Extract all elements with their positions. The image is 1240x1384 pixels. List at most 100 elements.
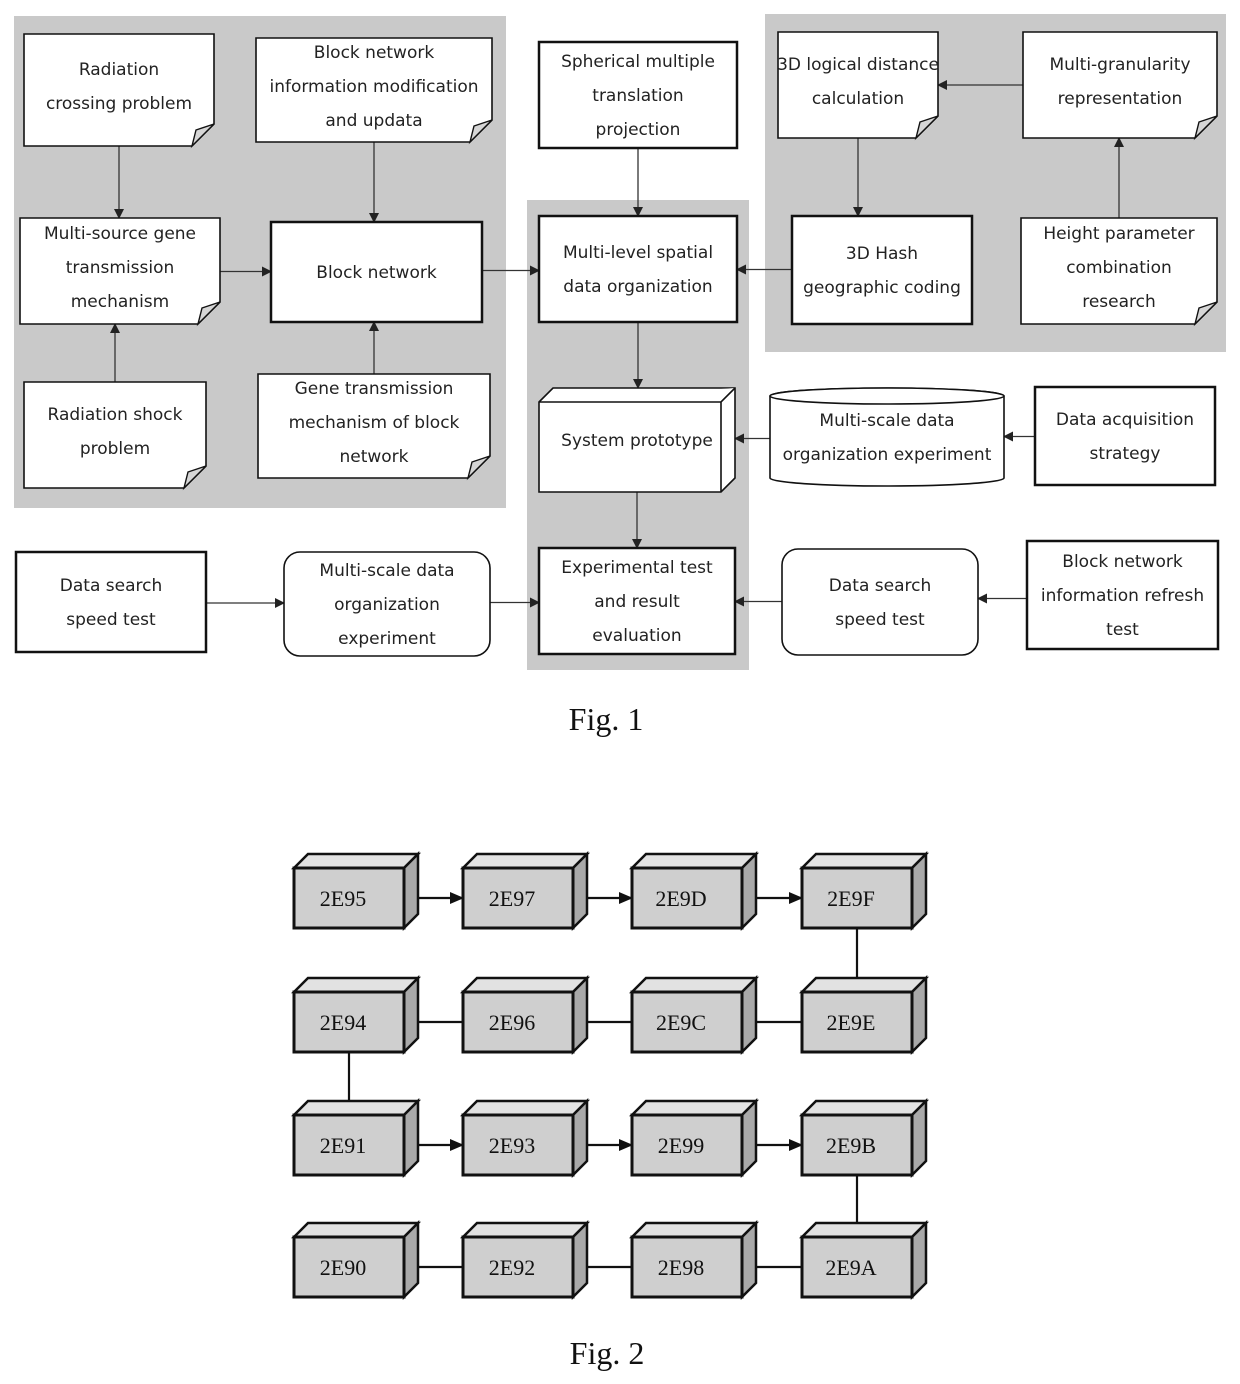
node-label: Radiation: [79, 60, 159, 80]
cube-2e96: 2E96: [459, 974, 591, 1056]
fig1-diagram: Radiation crossing problem Block network in…: [14, 14, 1226, 737]
node-hash-coding: 3D Hash geographic coding: [790, 214, 974, 326]
cube-label: 2E91: [320, 1133, 366, 1158]
node-label: 3D Hash: [846, 244, 918, 264]
cube-2e91: 2E91: [290, 1097, 422, 1179]
cube-side-face: [571, 1219, 589, 1301]
process-box: [14, 550, 208, 654]
note-shape: [23, 381, 207, 489]
node-label: Data acquisition: [1056, 410, 1194, 430]
node-search-right: Data search speed test: [781, 548, 979, 656]
node-radiation-crossing: Radiation crossing problem: [23, 33, 215, 149]
cube-side-face: [571, 850, 589, 932]
node-multi-level: Multi-level spatial data organization: [537, 214, 739, 324]
node-label: evaluation: [592, 626, 681, 646]
cube-label: 2E9D: [655, 886, 706, 911]
node-label: translation: [592, 86, 683, 106]
cube-label: 2E9E: [827, 1010, 876, 1035]
note-shape: [777, 31, 939, 139]
node-label: System prototype: [561, 431, 713, 451]
node-label: speed test: [66, 610, 156, 630]
node-label: and result: [594, 592, 680, 612]
node-label: Spherical multiple: [561, 52, 715, 72]
node-search-left: Data search speed test: [14, 550, 208, 654]
node-label: organization experiment: [783, 445, 992, 465]
node-logical-distance: 3D logical distance calculation: [777, 31, 939, 141]
cube-2e9d: 2E9D: [628, 850, 760, 932]
cube-side-face: [740, 974, 758, 1056]
note-shape: [1022, 31, 1218, 139]
cube-side-face: [910, 974, 928, 1056]
cube-top-face: [290, 1099, 422, 1117]
node-label: representation: [1058, 89, 1183, 109]
node-label: projection: [596, 120, 681, 140]
cube-label: 2E9C: [656, 1010, 706, 1035]
node-label: mechanism of block: [289, 413, 460, 433]
cube-top-face: [459, 1099, 591, 1117]
cube-2e9f: 2E9F: [798, 850, 930, 932]
node-label: network: [339, 447, 408, 467]
cube-side-face: [571, 974, 589, 1056]
node-label: crossing problem: [46, 94, 192, 114]
node-label: Block network: [314, 43, 435, 63]
node-label: Multi-scale data: [319, 561, 454, 581]
fig2-edges: [343, 892, 863, 1273]
cube-top-face: [290, 976, 422, 994]
node-multiscale-round: Multi-scale data organization experiment: [283, 551, 491, 657]
cube-label: 2E98: [658, 1255, 704, 1280]
node-block-info-mod: Block network information modification and…: [255, 37, 493, 145]
node-label: Multi-level spatial: [563, 243, 713, 263]
rounded-box: [781, 548, 979, 656]
fig2-caption: Fig. 2: [570, 1335, 645, 1371]
cube-label: 2E92: [489, 1255, 535, 1280]
patent-figures: Radiation crossing problem Block network in…: [14, 14, 1226, 1371]
cube-side-face: [571, 1097, 589, 1179]
node-label: Data search: [60, 576, 162, 596]
note-shape: [23, 33, 215, 147]
node-label: problem: [80, 439, 150, 459]
node-label: mechanism: [71, 292, 169, 312]
node-label: Multi-granularity: [1049, 55, 1190, 75]
node-multi-source: Multi-source gene transmission mechanism: [19, 217, 221, 327]
node-label: information refresh: [1041, 586, 1204, 606]
cube-2e9e: 2E9E: [798, 974, 930, 1056]
node-label: speed test: [835, 610, 925, 630]
cube-top-face: [290, 852, 422, 870]
node-label: research: [1082, 292, 1156, 312]
cube-top-face: [798, 1221, 930, 1239]
process-box: [790, 214, 974, 326]
cube-side-face: [740, 1219, 758, 1301]
fig2-nodes: 2E95 2E97 2E9D 2E9F 2E94 2E96 2E9C 2E9E 2E91 2E93…: [290, 850, 930, 1301]
node-gene-transmission: Gene transmission mechanism of block netwo…: [257, 373, 491, 481]
node-label: Block network: [1062, 552, 1183, 572]
cube-2e9b: 2E9B: [798, 1097, 930, 1179]
cube-side-face: [402, 1097, 420, 1179]
cube-top-face: [459, 852, 591, 870]
cube-2e90: 2E90: [290, 1219, 422, 1301]
cube-side-face: [910, 1219, 928, 1301]
node-label: experiment: [338, 629, 436, 649]
cube-label: 2E9F: [827, 886, 875, 911]
cube-top-face: [628, 976, 760, 994]
node-label: combination: [1066, 258, 1172, 278]
node-multi-granularity: Multi-granularity representation: [1022, 31, 1218, 141]
cube-label: 2E96: [489, 1010, 535, 1035]
node-label: Multi-scale data: [819, 411, 954, 431]
node-label: test: [1106, 620, 1139, 640]
cube-2e99: 2E99: [628, 1097, 760, 1179]
cube-label: 2E94: [320, 1010, 366, 1035]
cube-side-face: [910, 850, 928, 932]
cube-label: 2E93: [489, 1133, 535, 1158]
cube-label: 2E95: [320, 886, 366, 911]
cube-2e94: 2E94: [290, 974, 422, 1056]
node-label: Multi-source gene: [44, 224, 196, 244]
node-label: organization: [334, 595, 440, 615]
cube-label: 2E97: [489, 886, 535, 911]
process-box: [537, 214, 739, 324]
node-multiscale-cyl: Multi-scale data organization experiment: [769, 387, 1005, 487]
node-label: 3D logical distance: [777, 55, 939, 75]
cube-side-face: [402, 850, 420, 932]
fig2-diagram: 2E95 2E97 2E9D 2E9F 2E94 2E96 2E9C 2E9E 2E91 2E93…: [290, 850, 930, 1371]
node-refresh-test: Block network information refresh test: [1025, 539, 1220, 651]
cube-side-face: [402, 974, 420, 1056]
